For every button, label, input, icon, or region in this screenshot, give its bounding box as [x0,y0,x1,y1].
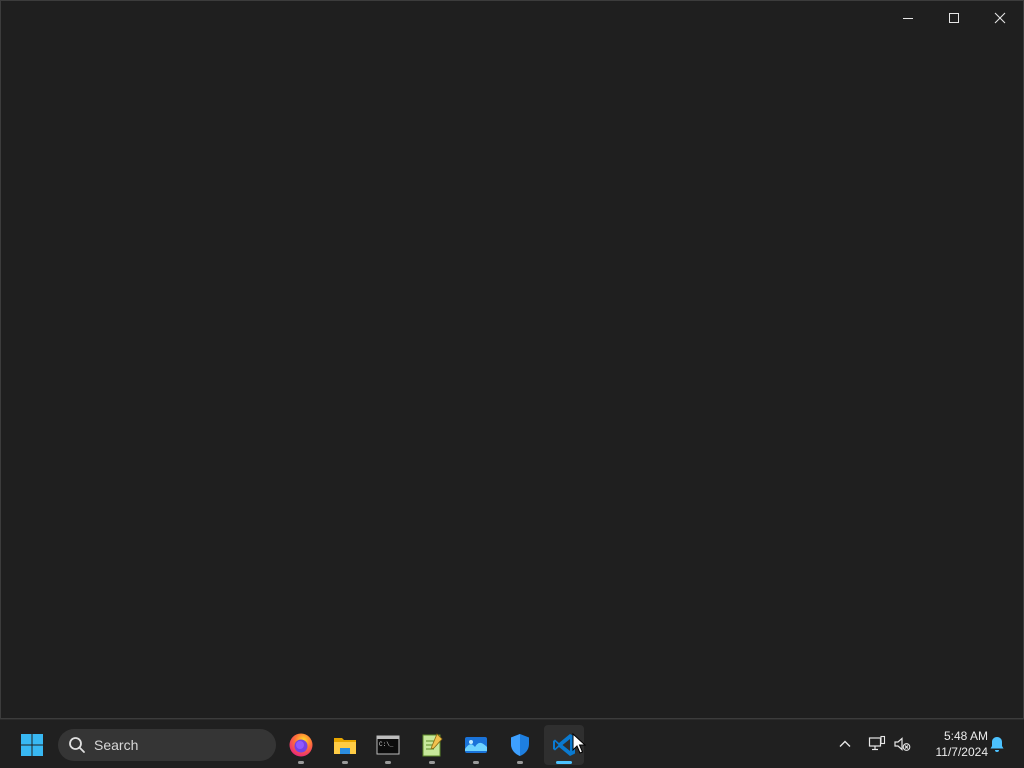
show-hidden-icons-button[interactable] [833,732,857,756]
notifications-button[interactable] [986,733,1008,755]
terminal-icon: C:\_ [376,735,400,755]
photos-icon [465,737,487,753]
network-button[interactable] [865,732,889,756]
close-icon [994,12,1006,24]
running-indicator [298,761,304,764]
taskbar-app-file-explorer[interactable] [325,725,365,765]
taskbar-app-firefox[interactable] [281,725,321,765]
chevron-up-icon [839,740,851,747]
close-button[interactable] [977,1,1023,35]
minimize-button[interactable] [885,1,931,35]
minimize-icon [903,18,913,19]
app-window [0,0,1024,719]
search-icon [69,737,85,753]
volume-muted-icon [894,737,911,751]
volume-button[interactable] [890,732,914,756]
taskbar-app-photos[interactable] [456,725,496,765]
running-indicator [429,761,435,764]
taskbar: Search C:\_ 5:48 AM 11/7/2024 [0,719,1024,768]
clock-time: 5:48 AM [943,729,988,743]
running-indicator [556,761,572,764]
clock[interactable]: 5:48 AM 11/7/2024 [918,728,989,760]
file-explorer-icon [334,738,356,754]
start-button[interactable] [14,728,50,762]
taskbar-app-notepad[interactable] [412,725,452,765]
running-indicator [342,761,348,764]
taskbar-app-windows-security[interactable] [500,725,540,765]
taskbar-app-terminal[interactable]: C:\_ [368,725,408,765]
firefox-icon [289,733,313,757]
caption-buttons [885,1,1023,35]
mouse-cursor-icon [572,733,586,754]
search-box[interactable]: Search [58,729,276,761]
maximize-button[interactable] [931,1,977,35]
maximize-icon [949,13,959,23]
running-indicator [473,761,479,764]
running-indicator [517,761,523,764]
notepad-icon [422,733,443,757]
clock-date: 11/7/2024 [935,745,989,759]
shield-icon [511,734,529,756]
windows-logo-icon [21,734,43,756]
network-icon [868,735,886,751]
svg-text:C:\_: C:\_ [379,741,394,748]
search-placeholder: Search [94,737,139,753]
bell-icon [990,737,1004,752]
running-indicator [385,761,391,764]
